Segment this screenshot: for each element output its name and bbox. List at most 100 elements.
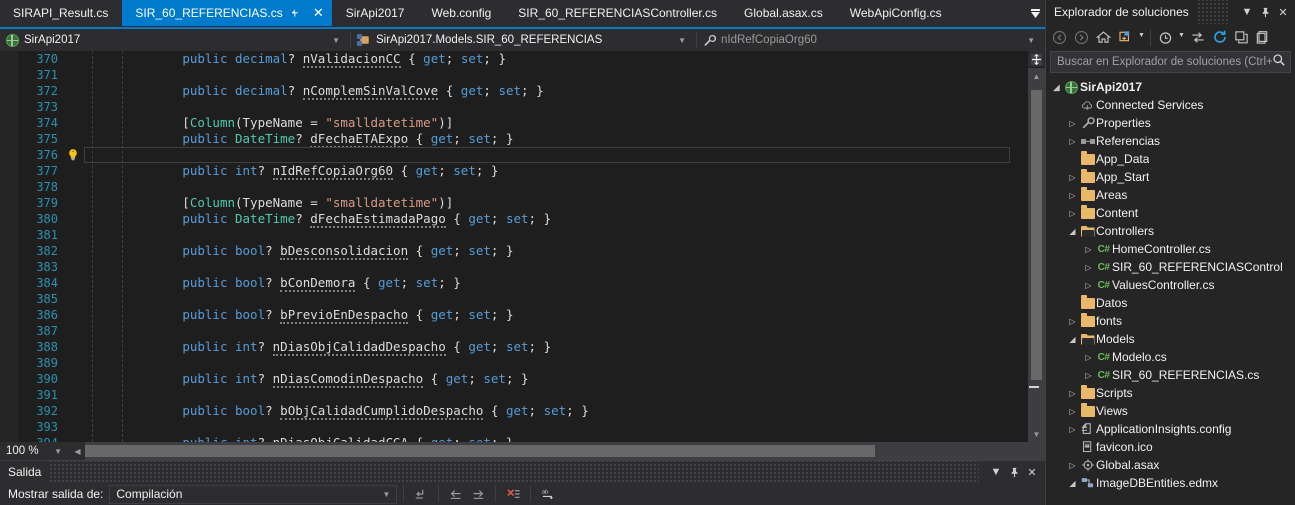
expand-arrow-icon[interactable]: ▷ [1082,281,1095,290]
code-line[interactable] [92,179,1028,195]
output-source-dropdown[interactable]: Compilación ▼ [109,484,398,504]
chevron-down-icon[interactable]: ▼ [1238,3,1256,21]
expand-arrow-icon[interactable]: ▷ [1066,119,1079,128]
expand-arrow-icon[interactable]: ▷ [1066,191,1079,200]
tree-item-global-asax[interactable]: ▷ Global.asax [1046,456,1295,474]
code-line[interactable] [92,419,1028,435]
drag-handle[interactable] [49,461,979,483]
tree-item-fonts[interactable]: ▷ fonts [1046,312,1295,330]
code-line[interactable]: public int? nDiasObjCalidadDespacho { ge… [92,339,1028,356]
tree-item-valuescontroller-cs[interactable]: ▷ C# ValuesController.cs [1046,276,1295,294]
search-input[interactable] [1057,56,1272,68]
code-line[interactable] [92,387,1028,403]
back-icon[interactable] [1049,27,1070,48]
home-icon[interactable] [1093,27,1114,48]
chevron-down-icon[interactable]: ▼ [1177,32,1186,43]
tree-item-imagedbentities-edmx[interactable]: ◢ ImageDBEntities.edmx [1046,474,1295,492]
expand-arrow-icon[interactable]: ▷ [1066,173,1079,182]
expand-arrow-icon[interactable]: ▷ [1066,209,1079,218]
code-line[interactable] [92,355,1028,371]
code-line[interactable]: public int? nDiasObjCalidadCGA { get; se… [92,435,1028,442]
tree-item-connected-services[interactable]: Connected Services [1046,96,1295,114]
code-line[interactable] [92,99,1028,115]
zoom-level-dropdown[interactable]: 100 % ▼ [0,442,70,460]
tree-item-applicationinsights-config[interactable]: ▷ ApplicationInsights.config [1046,420,1295,438]
tree-item-app-start[interactable]: ▷ App_Start [1046,168,1295,186]
document-tab[interactable]: SIRAPI_Result.cs [0,0,123,26]
document-tab[interactable]: SIR_60_REFERENCIASController.cs [505,0,732,26]
collapse-arrow-icon[interactable]: ◢ [1066,479,1079,488]
solution-explorer-search[interactable] [1050,51,1291,73]
code-content[interactable]: public decimal? nValidacionCC { get; set… [84,51,1028,442]
code-line[interactable]: public bool? bPrevioEnDespacho { get; se… [92,307,1028,324]
tree-item-areas[interactable]: ▷ Areas [1046,186,1295,204]
document-tab[interactable]: SirApi2017 [332,0,419,26]
collapse-all-icon[interactable] [1231,27,1252,48]
show-all-files-icon[interactable] [1187,27,1208,48]
tree-item-controllers[interactable]: ◢ Controllers [1046,222,1295,240]
search-icon[interactable] [1272,53,1286,72]
expand-arrow-icon[interactable]: ▷ [1066,425,1079,434]
chevron-down-icon[interactable]: ▼ [987,463,1005,481]
chevron-down-icon[interactable]: ▼ [1137,32,1146,43]
code-line[interactable]: public int? nIdRefCopiaOrg60 { get; set;… [92,163,1028,180]
scroll-left-arrow-icon[interactable]: ◀ [70,447,85,456]
lightbulb-quick-actions-icon[interactable] [66,148,80,162]
scroll-up-arrow-icon[interactable]: ▲ [1028,68,1045,84]
horizontal-scroll-thumb[interactable] [85,445,875,457]
document-tab[interactable]: WebApiConfig.cs [836,0,956,26]
horizontal-scroll-track[interactable] [85,442,1045,460]
tree-item-homecontroller-cs[interactable]: ▷ C# HomeController.cs [1046,240,1295,258]
next-message-icon[interactable] [467,484,489,504]
vertical-scroll-thumb[interactable] [1031,90,1042,380]
expand-arrow-icon[interactable]: ▷ [1066,137,1079,146]
close-icon[interactable]: ✕ [1023,463,1041,481]
clear-all-icon[interactable] [502,484,524,504]
document-tab[interactable]: Web.config [418,0,506,26]
tab-overflow-button[interactable] [1025,0,1045,27]
tree-item-views[interactable]: ▷ Views [1046,402,1295,420]
solution-explorer-tree[interactable]: ◢ SirApi2017 Connected Services ▷ Properties… [1046,76,1295,505]
pin-icon[interactable] [1005,463,1023,481]
member-dropdown[interactable]: nIdRefCopiaOrg60 ▼ [697,29,1045,51]
code-line[interactable]: [Column(TypeName = "smalldatetime")] [92,115,1028,131]
code-line[interactable]: [Column(TypeName = "smalldatetime")] [92,195,1028,211]
forward-icon[interactable] [1071,27,1092,48]
tree-item-properties[interactable]: ▷ Properties [1046,114,1295,132]
vertical-scroll-track[interactable] [1028,84,1045,426]
document-tab-active[interactable]: SIR_60_REFERENCIAS.cs ✕ [122,0,333,26]
code-line[interactable] [84,147,1028,163]
code-line[interactable]: public bool? bDesconsolidacion { get; se… [92,243,1028,260]
tree-item-scripts[interactable]: ▷ Scripts [1046,384,1295,402]
code-line[interactable]: public bool? bObjCalidadCumplidoDespacho… [92,403,1028,420]
expand-arrow-icon[interactable]: ▷ [1082,371,1095,380]
type-dropdown[interactable]: SirApi2017.Models.SIR_60_REFERENCIAS ▼ [351,29,696,51]
pin-icon[interactable] [1256,3,1274,21]
expand-arrow-icon[interactable]: ▷ [1066,407,1079,416]
tree-item-datos[interactable]: Datos [1046,294,1295,312]
code-line[interactable]: public DateTime? dFechaEstimadaPago { ge… [92,211,1028,228]
code-line[interactable] [92,227,1028,243]
quick-actions-column[interactable] [64,51,84,442]
code-line[interactable]: public decimal? nValidacionCC { get; set… [92,51,1028,68]
collapse-arrow-icon[interactable]: ◢ [1066,227,1079,236]
expand-arrow-icon[interactable]: ▷ [1082,353,1095,362]
tree-item-favicon-ico[interactable]: favicon.ico [1046,438,1295,456]
breakpoint-indicator-margin[interactable] [0,51,18,442]
code-line[interactable]: public int? nDiasComodinDespacho { get; … [92,371,1028,388]
tree-item-modelo-cs[interactable]: ▷ C# Modelo.cs [1046,348,1295,366]
code-line[interactable] [92,259,1028,275]
tree-item-sir-60-referencias-cs[interactable]: ▷ C# SIR_60_REFERENCIAS.cs [1046,366,1295,384]
collapse-arrow-icon[interactable]: ◢ [1066,335,1079,344]
expand-arrow-icon[interactable]: ▷ [1066,389,1079,398]
close-icon[interactable]: ✕ [1274,3,1292,21]
drag-handle[interactable] [1196,0,1230,24]
expand-arrow-icon[interactable]: ▷ [1082,245,1095,254]
tree-item-content[interactable]: ▷ Content [1046,204,1295,222]
code-line[interactable] [92,67,1028,83]
tree-item-sirapi2017[interactable]: ◢ SirApi2017 [1046,78,1295,96]
pin-icon[interactable] [288,5,305,22]
code-line[interactable]: public bool? bConDemora { get; set; } [92,275,1028,292]
tree-item-sir-60-referenciascontrol[interactable]: ▷ C# SIR_60_REFERENCIASControl [1046,258,1295,276]
tree-item-referencias[interactable]: ▷ Referencias [1046,132,1295,150]
